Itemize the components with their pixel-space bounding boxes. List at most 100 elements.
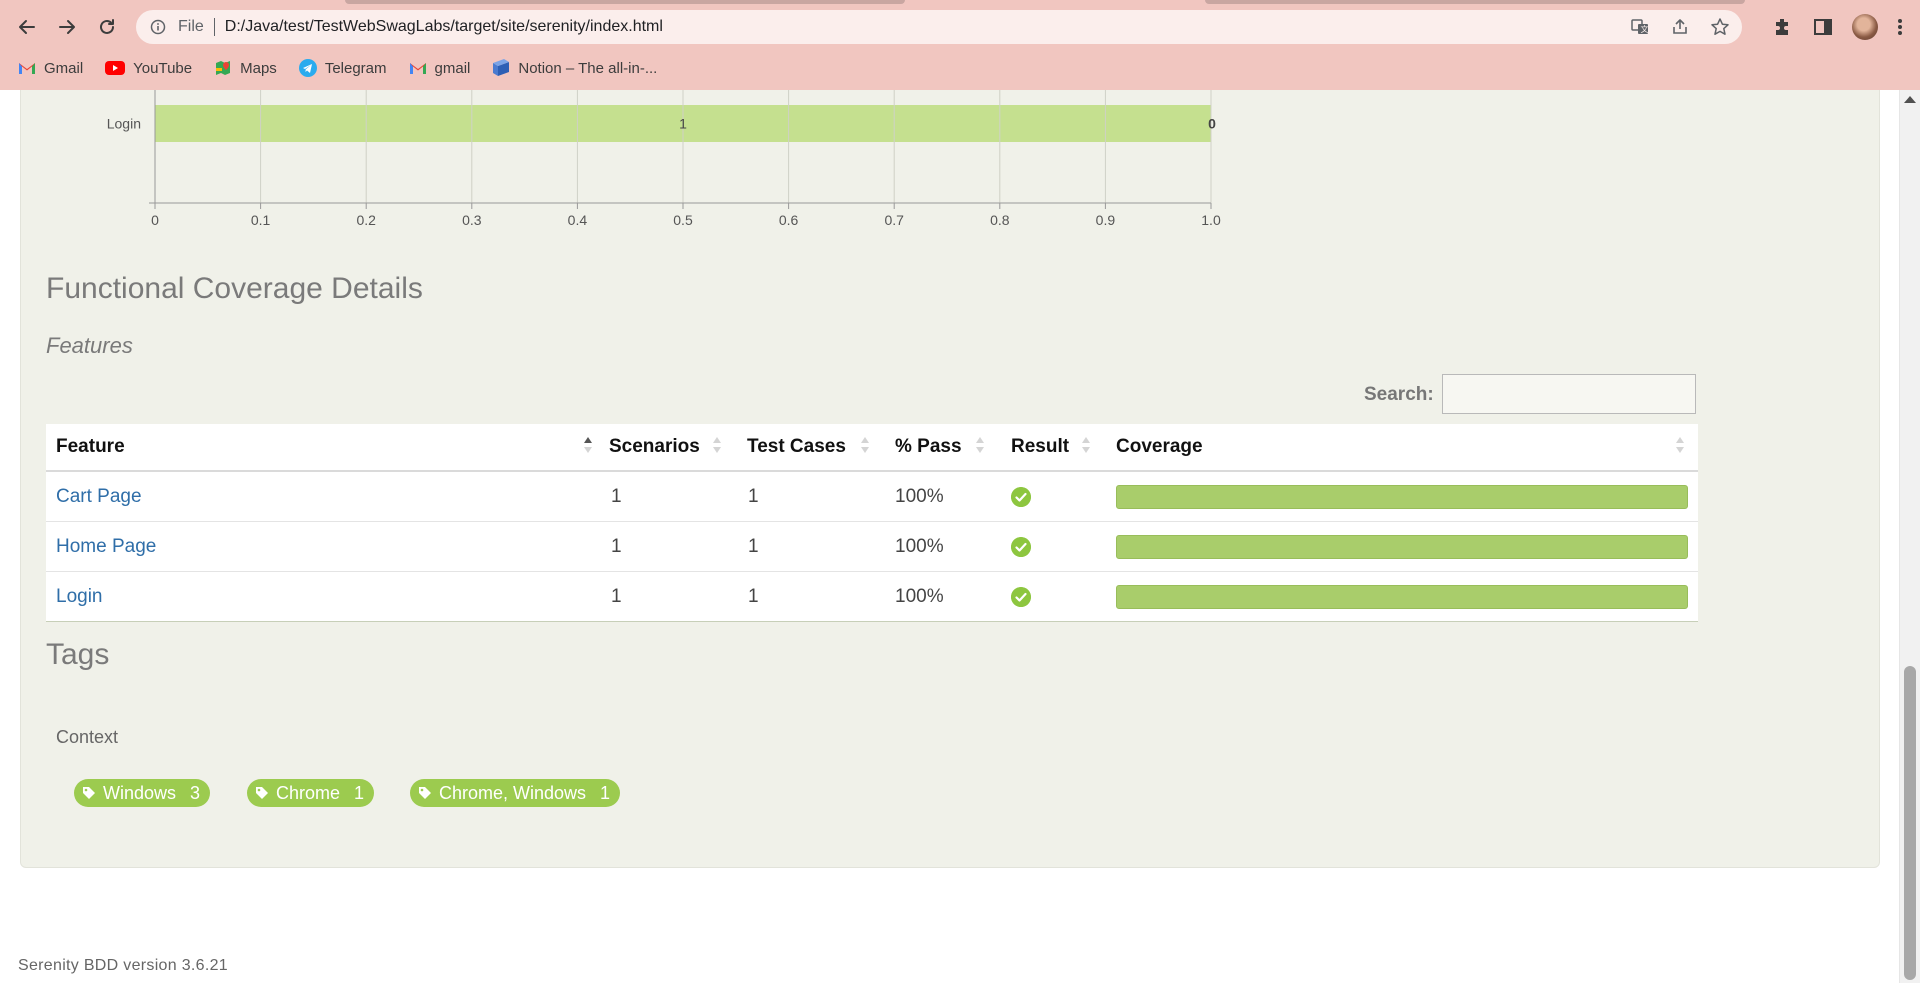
share-icon[interactable]: [1670, 17, 1690, 37]
pass-cell: 100%: [895, 586, 944, 607]
chart-tick-label: 0: [151, 212, 159, 228]
bookmark-telegram[interactable]: Telegram: [298, 59, 387, 77]
url-scheme: File: [178, 18, 204, 35]
browser-toolbar: File D:/Java/test/TestWebSwagLabs/target…: [0, 0, 1920, 90]
bookmark-label: Maps: [240, 59, 277, 77]
column-header-scenarios[interactable]: Scenarios: [609, 424, 721, 470]
bookmark-label: Gmail: [44, 59, 84, 77]
table-row: Cart Page 1 1 100%: [46, 472, 1698, 522]
chart-tick-label: 0.4: [568, 212, 588, 228]
bookmark-maps[interactable]: Maps: [214, 59, 277, 77]
column-header-result[interactable]: Result: [1011, 424, 1090, 470]
version-footer: Serenity BDD version 3.6.21: [18, 957, 228, 974]
sort-icon: [1082, 437, 1090, 457]
bookmark-notion[interactable]: Notion – The all-in-...: [492, 59, 657, 77]
column-label: Test Cases: [747, 436, 846, 457]
sort-icon: [713, 437, 721, 457]
chart-tick-label: 0.9: [1096, 212, 1116, 228]
chart-data-label: 0: [1208, 116, 1216, 132]
section-subtitle: Features: [46, 333, 133, 358]
column-header-test-cases[interactable]: Test Cases: [747, 424, 869, 470]
tags-title: Tags: [46, 638, 110, 671]
info-icon[interactable]: [150, 19, 166, 35]
table-header: Feature Scenarios Test Cases % Pass Resu…: [46, 424, 1698, 472]
check-circle-icon: [1011, 537, 1031, 557]
column-header-feature[interactable]: Feature: [56, 424, 592, 470]
sort-icon: [976, 437, 984, 457]
youtube-icon: [105, 61, 126, 75]
chart-tick-label: 0.6: [779, 212, 799, 228]
coverage-bar: [1116, 585, 1688, 609]
tag-chrome-windows[interactable]: Chrome, Windows 1: [410, 779, 621, 807]
bookmark-label: YouTube: [133, 59, 193, 77]
test-cases-cell: 1: [748, 486, 759, 507]
chart-tick-label: 0.8: [990, 212, 1010, 228]
star-icon[interactable]: [1710, 17, 1730, 37]
column-label: Feature: [56, 436, 125, 457]
scrollbar-thumb[interactable]: [1904, 666, 1916, 980]
tag-label: Chrome, Windows: [439, 782, 587, 803]
test-cases-cell: 1: [748, 586, 759, 607]
sort-asc-icon: [584, 437, 592, 457]
tag-chrome[interactable]: Chrome 1: [247, 779, 375, 807]
forward-button[interactable]: [52, 12, 82, 42]
chart-tick-label: 0.3: [462, 212, 482, 228]
url-separator: [213, 18, 215, 36]
tag-icon: [256, 787, 268, 799]
tag-label: Chrome: [276, 782, 341, 803]
chart-tick-label: 0.5: [673, 212, 693, 228]
pass-cell: 100%: [895, 536, 944, 557]
vertical-scrollbar[interactable]: [1899, 90, 1920, 983]
chart-tick-label: 1.0: [1201, 212, 1221, 228]
scenarios-cell: 1: [611, 486, 622, 507]
tag-count: 1: [600, 782, 611, 803]
table-row: Home Page 1 1 100%: [46, 522, 1698, 572]
back-button[interactable]: [12, 12, 42, 42]
column-label: Coverage: [1116, 436, 1203, 457]
page-content: 0 0.1 0.2 0.3 0.4 0.5 0.6 0.7 0.8 0.9 1.0 Login 1 0 F…: [0, 90, 1920, 983]
chart-tick-label: 0.2: [356, 212, 376, 228]
bookmark-label: gmail: [434, 59, 471, 77]
more-menu-icon[interactable]: [1896, 16, 1904, 38]
scenarios-cell: 1: [611, 536, 622, 557]
scroll-up-icon[interactable]: [1904, 96, 1916, 103]
maps-icon: [216, 61, 231, 75]
feature-coverage-chart: 0 0.1 0.2 0.3 0.4 0.5 0.6 0.7 0.8 0.9 1.0 Login 1 0: [107, 90, 1221, 228]
column-header-pass[interactable]: % Pass: [895, 424, 984, 470]
tag-icon: [419, 787, 431, 799]
side-panel-icon[interactable]: [1812, 16, 1834, 38]
arrow-right-icon: [59, 20, 75, 34]
arrow-left-icon: [19, 20, 35, 34]
search-input[interactable]: [1442, 374, 1696, 414]
address-bar[interactable]: File D:/Java/test/TestWebSwagLabs/target…: [136, 10, 1742, 44]
scenarios-cell: 1: [611, 586, 622, 607]
bookmark-gmail-2[interactable]: gmail: [409, 59, 471, 77]
tag-windows[interactable]: Windows 3: [74, 779, 211, 807]
table-row: Login 1 1 100%: [46, 572, 1698, 622]
translate-icon[interactable]: 文: [1630, 17, 1650, 37]
feature-link[interactable]: Cart Page: [56, 486, 142, 507]
sort-icon: [861, 437, 869, 457]
extensions-icon[interactable]: [1772, 16, 1794, 38]
tag-label: Windows: [103, 782, 177, 803]
section-title: Functional Coverage Details: [46, 272, 423, 305]
column-label: Result: [1011, 436, 1070, 457]
column-header-coverage[interactable]: Coverage: [1116, 424, 1688, 470]
tag-icon: [83, 787, 95, 799]
avatar[interactable]: [1852, 14, 1878, 40]
gmail-icon: [409, 63, 426, 74]
feature-link[interactable]: Login: [56, 586, 103, 607]
svg-text:文: 文: [1641, 24, 1649, 34]
coverage-bar: [1116, 535, 1688, 559]
telegram-icon: [298, 59, 317, 77]
bookmark-label: Telegram: [324, 59, 387, 77]
search-label: Search:: [1364, 384, 1434, 405]
chart-tick-label: 0.1: [251, 212, 271, 228]
reload-button[interactable]: [92, 12, 122, 42]
feature-link[interactable]: Home Page: [56, 536, 156, 557]
bookmark-youtube[interactable]: YouTube: [105, 60, 192, 77]
url-text[interactable]: D:/Java/test/TestWebSwagLabs/target/site…: [225, 18, 663, 36]
chart-data-label: 1: [679, 116, 687, 132]
context-label: Context: [56, 727, 119, 747]
bookmark-gmail[interactable]: Gmail: [18, 60, 83, 77]
